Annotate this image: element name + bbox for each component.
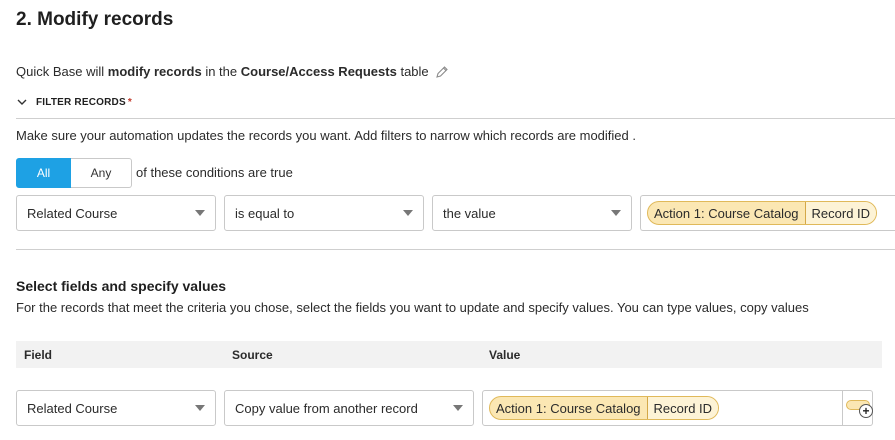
- caret-down-icon: [195, 210, 205, 216]
- column-header-value: Value: [489, 348, 521, 362]
- filter-operator-select[interactable]: is equal to: [224, 195, 424, 231]
- column-header-field: Field: [24, 348, 53, 362]
- caret-down-icon: [403, 210, 413, 216]
- filter-field-value: Related Course: [27, 205, 118, 221]
- divider: [16, 118, 895, 119]
- description-suffix: table: [400, 64, 429, 79]
- token-field: Record ID: [646, 397, 719, 419]
- description-action: modify records: [107, 64, 202, 79]
- field-token[interactable]: Action 1: Course Catalog Record ID: [489, 396, 720, 420]
- caret-down-icon: [611, 210, 621, 216]
- caret-down-icon: [195, 405, 205, 411]
- filter-operator-value: is equal to: [235, 205, 295, 221]
- field-select-value: Related Course: [27, 400, 118, 416]
- fields-section-title: Select fields and specify values: [16, 278, 227, 294]
- field-select[interactable]: Related Course: [16, 390, 216, 426]
- match-any-button[interactable]: Any: [71, 158, 132, 188]
- fields-section-description: For the records that meet the criteria y…: [16, 300, 809, 315]
- fields-table-header: Field Source Value: [16, 341, 882, 368]
- pencil-icon[interactable]: [435, 65, 449, 79]
- filter-help-text: Make sure your automation updates the re…: [16, 128, 636, 143]
- caret-down-icon: [453, 405, 463, 411]
- field-token[interactable]: Action 1: Course Catalog Record ID: [647, 201, 878, 225]
- token-field: Record ID: [804, 202, 877, 224]
- source-select[interactable]: Copy value from another record: [224, 390, 474, 426]
- value-input[interactable]: Action 1: Course Catalog Record ID: [482, 390, 843, 426]
- conditions-label: of these conditions are true: [136, 165, 293, 180]
- filter-records-label: FILTER RECORDS: [36, 96, 126, 108]
- source-select-value: Copy value from another record: [235, 400, 418, 416]
- filter-value-type-select[interactable]: the value: [432, 195, 632, 231]
- filter-records-header[interactable]: FILTER RECORDS *: [16, 96, 132, 108]
- token-source: Action 1: Course Catalog: [654, 205, 799, 221]
- column-header-source: Source: [232, 348, 273, 362]
- section-title: 2. Modify records: [16, 9, 174, 30]
- filter-value-type-value: the value: [443, 205, 496, 221]
- filter-value-input[interactable]: Action 1: Course Catalog Record ID: [640, 195, 895, 231]
- chevron-down-icon: [17, 99, 27, 105]
- description-prefix: Quick Base will: [16, 64, 105, 79]
- automation-description: Quick Base will modify records in the Co…: [16, 64, 449, 79]
- insert-field-button[interactable]: +: [843, 390, 873, 426]
- required-marker: *: [127, 96, 132, 108]
- token-source: Action 1: Course Catalog: [496, 400, 641, 416]
- table-name: Course/Access Requests: [240, 64, 397, 79]
- plus-icon: +: [859, 404, 873, 418]
- filter-field-select[interactable]: Related Course: [16, 195, 216, 231]
- description-middle: in the: [205, 64, 238, 79]
- match-mode-toggle: All Any: [16, 158, 132, 188]
- match-all-button[interactable]: All: [16, 158, 71, 188]
- divider: [16, 249, 895, 250]
